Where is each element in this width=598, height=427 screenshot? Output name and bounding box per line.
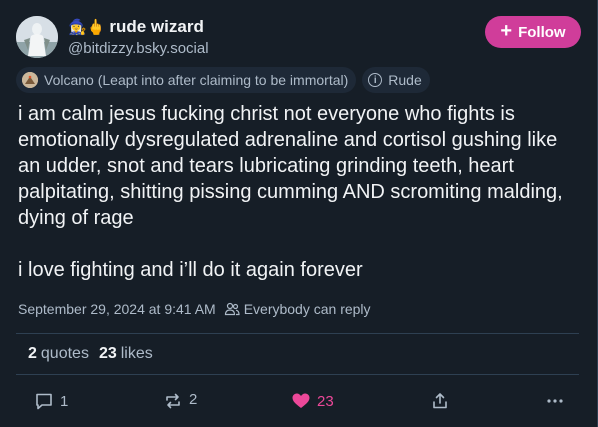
likes-stat[interactable]: 23 likes	[99, 345, 153, 363]
label-volcano-text: Volcano (Leapt into after claiming to be…	[44, 72, 349, 88]
quotes-stat[interactable]: 2 quotes	[28, 345, 89, 363]
follow-button[interactable]: + Follow	[485, 16, 581, 48]
post-text: i am calm jesus fucking christ not every…	[18, 103, 563, 281]
author-display-name[interactable]: 🧙‍♀️🖕 rude wizard	[68, 17, 209, 38]
like-count: 23	[317, 392, 334, 410]
divider	[16, 333, 579, 334]
post-timestamp[interactable]: September 29, 2024 at 9:41 AM	[18, 301, 216, 317]
avatar-statue-image	[16, 16, 58, 58]
wizard-emoji-icon: 🧙‍♀️🖕	[68, 19, 106, 36]
repost-count: 2	[189, 390, 198, 408]
post-thread: 🧙‍♀️🖕 rude wizard @bitdizzy.bsky.social +…	[0, 0, 598, 427]
share-button[interactable]	[430, 385, 450, 417]
author-names: 🧙‍♀️🖕 rude wizard @bitdizzy.bsky.social	[68, 17, 209, 59]
ellipsis-icon	[547, 399, 563, 403]
author-handle[interactable]: @bitdizzy.bsky.social	[68, 39, 209, 59]
follow-label: Follow	[518, 23, 566, 41]
likes-count: 23	[98, 345, 117, 362]
repost-button[interactable]: 2	[163, 385, 197, 417]
share-icon	[433, 393, 447, 409]
label-rude[interactable]: i Rude	[362, 67, 430, 93]
repost-icon	[166, 393, 180, 409]
post-header: 🧙‍♀️🖕 rude wizard @bitdizzy.bsky.social +…	[16, 16, 581, 60]
likes-label: likes	[120, 345, 153, 362]
plus-icon: +	[500, 20, 513, 42]
reply-setting[interactable]: Everybody can reply	[224, 301, 371, 317]
reply-count: 1	[60, 392, 69, 410]
divider	[16, 374, 579, 375]
volcano-icon	[22, 72, 38, 88]
post-meta: September 29, 2024 at 9:41 AM Everybody …	[18, 301, 371, 317]
info-icon: i	[368, 73, 383, 87]
engagement-stats: 2 quotes 23 likes	[28, 345, 153, 363]
quotes-count: 2	[28, 345, 37, 362]
label-rude-text: Rude	[388, 72, 422, 88]
avatar[interactable]	[16, 16, 58, 58]
like-button[interactable]: 23	[291, 385, 334, 417]
reply-button[interactable]: 1	[34, 385, 68, 417]
post-actions: 1 2 23	[0, 385, 598, 417]
people-icon	[224, 302, 240, 316]
reply-setting-text: Everybody can reply	[243, 301, 371, 317]
reply-icon	[36, 393, 52, 410]
heart-icon	[292, 393, 310, 408]
label-volcano[interactable]: Volcano (Leapt into after claiming to be…	[16, 67, 357, 93]
more-options-button[interactable]	[545, 385, 565, 417]
display-name-text: rude wizard	[109, 17, 204, 36]
content-labels: Volcano (Leapt into after claiming to be…	[16, 67, 430, 93]
quotes-label: quotes	[40, 345, 89, 362]
